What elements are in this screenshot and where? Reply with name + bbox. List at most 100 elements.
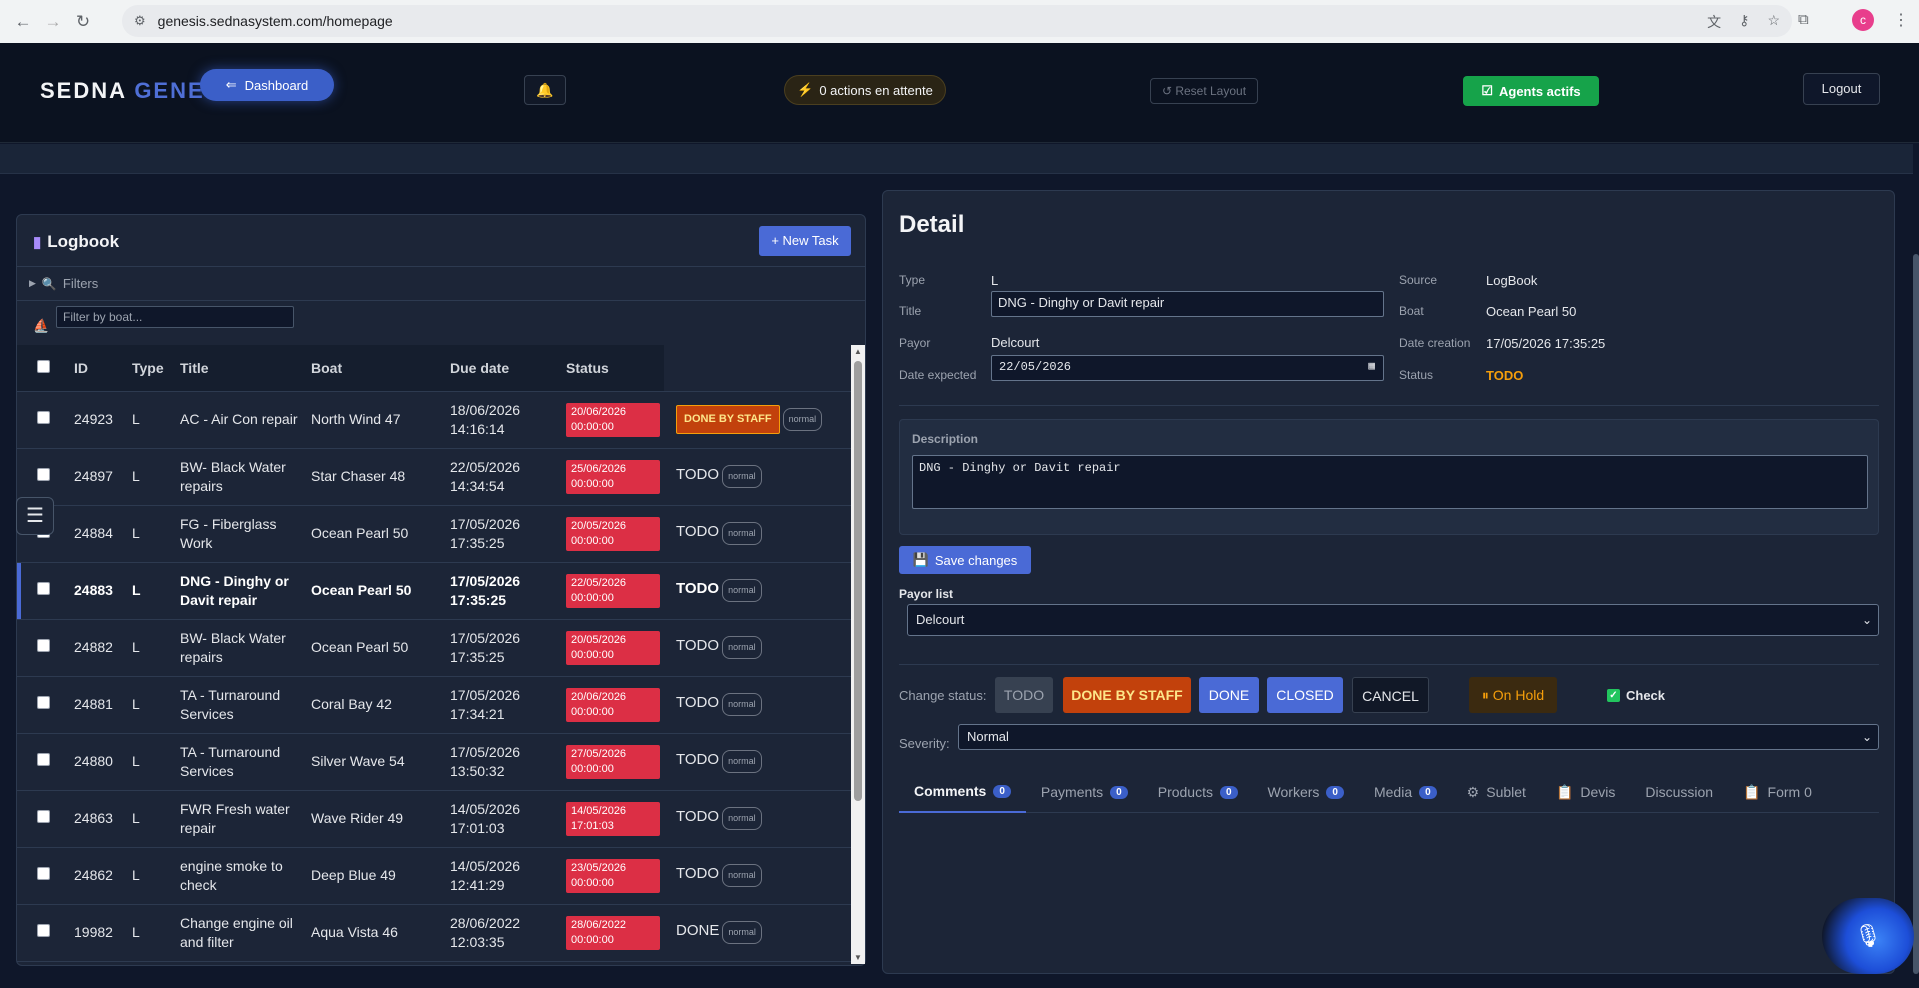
address-bar[interactable]: ⚙ genesis.sednasystem.com/homepage 文 ⚷ ☆ xyxy=(122,5,1792,37)
description-textarea[interactable]: DNG - Dinghy or Davit repair xyxy=(912,455,1868,509)
microphone-button[interactable]: 🎙 xyxy=(1822,898,1914,974)
cell-type: L xyxy=(120,448,168,506)
cell-type: L xyxy=(120,790,168,848)
severity-badge: normal xyxy=(722,807,762,830)
type-value: L xyxy=(991,273,999,288)
notifications-button[interactable]: 🔔 xyxy=(524,75,566,105)
translate-icon[interactable]: 文 xyxy=(1707,12,1721,32)
cell-status: TODO normal xyxy=(664,562,851,620)
tab-devis[interactable]: 📋 Devis xyxy=(1541,771,1630,813)
cell-due-date: 20/05/2026 00:00:00 xyxy=(554,619,664,677)
row-checkbox[interactable] xyxy=(37,411,50,424)
table-row[interactable]: 24863 L FWR Fresh water repair Wave Rider 4… xyxy=(17,790,851,848)
select-all-checkbox[interactable] xyxy=(37,359,50,373)
scroll-up-icon[interactable]: ▲ xyxy=(854,347,862,356)
tab-comments[interactable]: Comments 0 xyxy=(899,771,1026,813)
browser-menu-icon[interactable]: ⋮ xyxy=(1893,10,1909,30)
status-text: TODO xyxy=(676,865,720,882)
status-done-by-staff-button[interactable]: DONE BY STAFF xyxy=(1063,677,1191,713)
tab-payments[interactable]: Payments 0 xyxy=(1026,771,1143,813)
status-closed-button[interactable]: CLOSED xyxy=(1267,677,1343,713)
status-text: DONE xyxy=(676,922,720,939)
table-row[interactable]: 24862 Lengine smoke to check Deep Blue 49 1… xyxy=(17,847,851,905)
logout-button[interactable]: Logout xyxy=(1803,73,1880,105)
pending-actions-badge[interactable]: ⚡ 0 actions en attente xyxy=(784,75,946,105)
payor-list-select[interactable]: Delcourt ⌄ xyxy=(907,604,1879,636)
reload-icon[interactable]: ↻ xyxy=(68,12,98,32)
dashboard-button[interactable]: ⇐ Dashboard xyxy=(200,69,334,101)
table-row[interactable]: 24923 L AC - Air Con repair North Wind 47 18… xyxy=(17,391,851,449)
col-type[interactable]: Type xyxy=(120,345,168,392)
back-arrow-icon: ⇐ xyxy=(225,77,237,92)
row-checkbox[interactable] xyxy=(37,810,50,823)
row-checkbox[interactable] xyxy=(37,696,50,709)
row-checkbox[interactable] xyxy=(37,867,50,880)
boat-filter-input[interactable] xyxy=(56,306,294,328)
status-todo-button[interactable]: TODO xyxy=(995,677,1053,713)
cell-boat: Ocean Pearl 50 xyxy=(299,619,438,677)
col-id[interactable]: ID xyxy=(62,345,120,392)
extensions-icon[interactable]: ⧉ xyxy=(1798,11,1809,28)
due-date-badge: 20/05/2026 00:00:00 xyxy=(566,516,660,551)
payor-list-label: Payor list xyxy=(899,587,954,601)
tab-discussion[interactable]: Discussion xyxy=(1630,771,1728,813)
calendar-icon[interactable]: ▦ xyxy=(1368,356,1375,378)
lightning-icon: ⚡ xyxy=(797,82,814,97)
table-row[interactable]: 24897 L BW- Black Water repairs Star Chaser… xyxy=(17,448,851,506)
severity-badge: normal xyxy=(722,465,762,488)
source-label: Source xyxy=(1399,273,1438,287)
key-icon[interactable]: ⚷ xyxy=(1739,12,1749,32)
profile-avatar[interactable]: c xyxy=(1852,9,1874,31)
scroll-down-icon[interactable]: ▼ xyxy=(854,953,862,962)
row-checkbox[interactable] xyxy=(37,582,50,595)
row-checkbox[interactable] xyxy=(37,924,50,937)
save-changes-button[interactable]: 💾 Save changes xyxy=(899,546,1031,574)
reset-layout-button[interactable]: ↺ Reset Layout xyxy=(1150,78,1258,104)
hamburger-menu-button[interactable]: ☰ xyxy=(16,497,54,535)
status-done-button[interactable]: DONE xyxy=(1199,677,1259,713)
table-scrollbar[interactable]: ▲ ▼ xyxy=(851,345,865,964)
cell-created: 17/05/2026 17:35:25 xyxy=(438,562,554,620)
row-checkbox[interactable] xyxy=(37,639,50,652)
status-cancel-button[interactable]: CANCEL xyxy=(1352,677,1429,713)
col-boat[interactable]: Boat xyxy=(299,345,438,392)
row-select-cell xyxy=(17,391,62,449)
severity-select[interactable]: Normal ⌄ xyxy=(958,724,1879,750)
forward-icon[interactable]: → xyxy=(38,12,68,32)
tab-sublet[interactable]: ⚙ Sublet xyxy=(1452,771,1541,813)
new-task-button[interactable]: + New Task xyxy=(759,226,851,256)
floppy-disk-icon: 💾 xyxy=(912,552,929,567)
site-info-icon[interactable]: ⚙ xyxy=(134,13,146,29)
filters-toggle[interactable]: ▶ 🔍 Filters xyxy=(17,267,865,301)
date-expected-input[interactable]: 22/05/2026 ▦ xyxy=(991,355,1384,381)
status-text: TODO xyxy=(676,523,720,540)
tab-media[interactable]: Media 0 xyxy=(1359,771,1452,813)
table-row[interactable]: 24883 L DNG - Dinghy or Davit repair Ocean … xyxy=(17,562,851,620)
table-row[interactable]: 24880 L TA - Turnaround Services Silver Wav… xyxy=(17,733,851,791)
table-row[interactable]: 24884 L FG - Fiberglass Work Ocean Pearl 50… xyxy=(17,505,851,563)
table-row[interactable]: 19982 L Change engine oil and filter Aqua V… xyxy=(17,904,851,962)
bookmark-star-icon[interactable]: ☆ xyxy=(1767,12,1780,32)
table-row[interactable]: 24882 L BW- Black Water repairs Ocean Pearl… xyxy=(17,619,851,677)
due-date-badge: 23/05/2026 00:00:00 xyxy=(566,858,660,893)
col-status[interactable]: Status xyxy=(554,345,664,392)
tab-workers[interactable]: Workers 0 xyxy=(1253,771,1359,813)
on-hold-button[interactable]: ⏸ On Hold xyxy=(1469,677,1557,713)
back-icon[interactable]: ← xyxy=(8,12,38,32)
col-due-date[interactable]: Due date xyxy=(438,345,554,392)
page-scrollbar[interactable] xyxy=(1913,144,1919,988)
agents-active-button[interactable]: ☑ Agents actifs xyxy=(1463,76,1599,106)
tab-form[interactable]: 📋 Form 0 xyxy=(1728,771,1827,813)
row-checkbox[interactable] xyxy=(37,753,50,766)
col-title[interactable]: Title xyxy=(168,345,299,392)
select-all-cell xyxy=(17,345,62,392)
row-checkbox[interactable] xyxy=(37,468,50,481)
status-text: TODO xyxy=(676,580,720,597)
title-input[interactable]: DNG - Dinghy or Davit repair xyxy=(991,291,1384,317)
cell-created: 28/06/2022 12:03:35 xyxy=(438,904,554,962)
check-toggle[interactable]: ✓ Check xyxy=(1607,688,1665,703)
tab-products[interactable]: Products 0 xyxy=(1143,771,1253,813)
cell-created: 18/06/2026 14:16:14 xyxy=(438,391,554,449)
table-row[interactable]: 24881 L TA - Turnaround Services Coral Bay … xyxy=(17,676,851,734)
logbook-table: ID Type Title Boat Due date Status 24923… xyxy=(17,345,851,965)
